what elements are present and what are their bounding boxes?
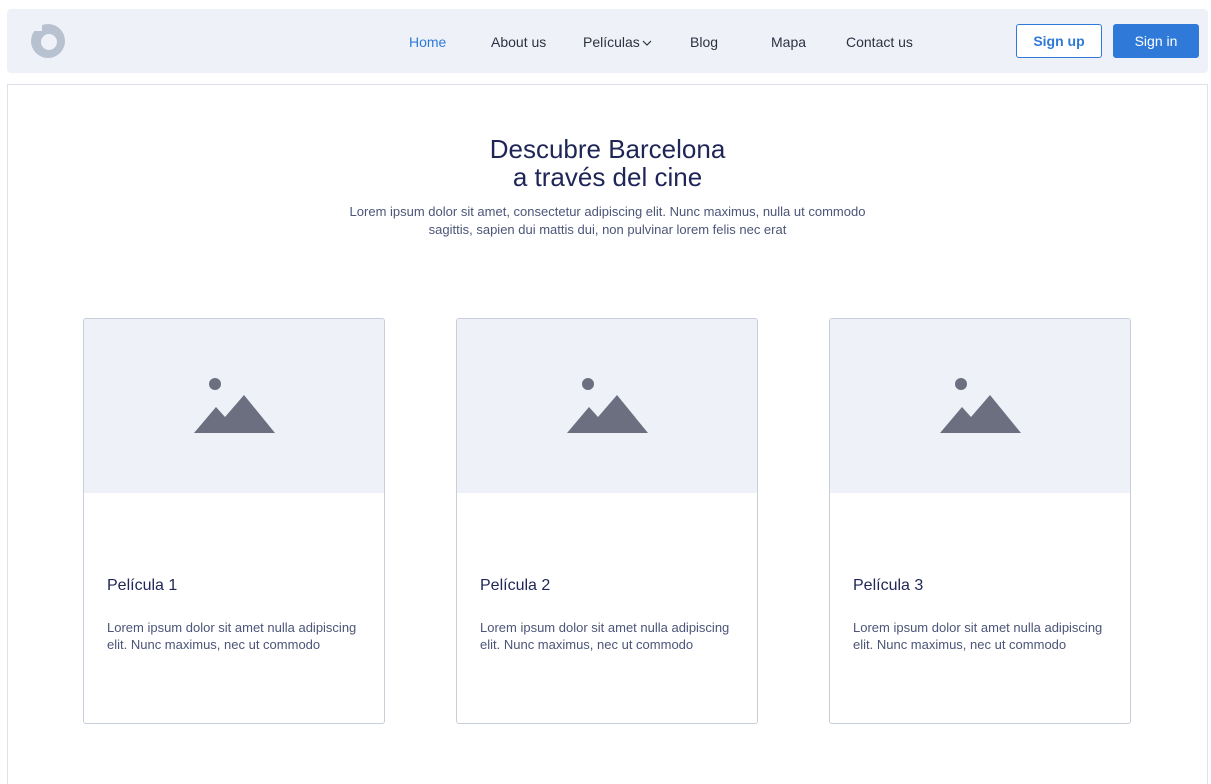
image-placeholder-icon (940, 378, 1021, 433)
hero-title-line-2: a través del cine (512, 162, 703, 192)
movie-card-1[interactable]: Película 1 Lorem ipsum dolor sit amet nu… (83, 318, 385, 724)
card-image (830, 319, 1130, 493)
image-placeholder-icon (194, 378, 275, 433)
card-text: Lorem ipsum dolor sit amet nulla adipisc… (480, 620, 730, 652)
nav-link-mapa[interactable]: Mapa (771, 9, 806, 73)
top-navbar: Home About us Películas Blog Mapa Contac… (7, 9, 1208, 73)
card-text: Lorem ipsum dolor sit amet nulla adipisc… (853, 620, 1103, 652)
logo-icon[interactable] (29, 22, 67, 60)
nav-link-peliculas-label: Películas (583, 34, 640, 50)
movie-card-3[interactable]: Película 3 Lorem ipsum dolor sit amet nu… (829, 318, 1131, 724)
movie-card-2[interactable]: Película 2 Lorem ipsum dolor sit amet nu… (456, 318, 758, 724)
main-content: Descubre Barcelona a través del cine Lor… (7, 84, 1208, 784)
hero-title-line-1: Descubre Barcelona (489, 134, 726, 164)
hero-subtitle: Lorem ipsum dolor sit amet, consectetur … (349, 204, 866, 237)
nav-link-peliculas[interactable]: Películas (583, 9, 652, 73)
nav-link-blog[interactable]: Blog (690, 9, 718, 73)
card-image (457, 319, 757, 493)
sign-up-button[interactable]: Sign up (1016, 24, 1102, 58)
nav-link-home[interactable]: Home (409, 9, 446, 73)
card-image (84, 319, 384, 493)
card-text: Lorem ipsum dolor sit amet nulla adipisc… (107, 620, 357, 652)
chevron-down-icon (642, 8, 652, 74)
nav-link-contact-us[interactable]: Contact us (846, 9, 913, 73)
card-title: Película 3 (853, 577, 924, 594)
nav-link-about-us[interactable]: About us (491, 9, 546, 73)
card-title: Película 2 (480, 577, 551, 594)
hero-title: Descubre Barcelona a través del cine (8, 135, 1207, 191)
image-placeholder-icon (567, 378, 648, 433)
card-title: Película 1 (107, 577, 178, 594)
sign-in-button[interactable]: Sign in (1113, 24, 1199, 58)
